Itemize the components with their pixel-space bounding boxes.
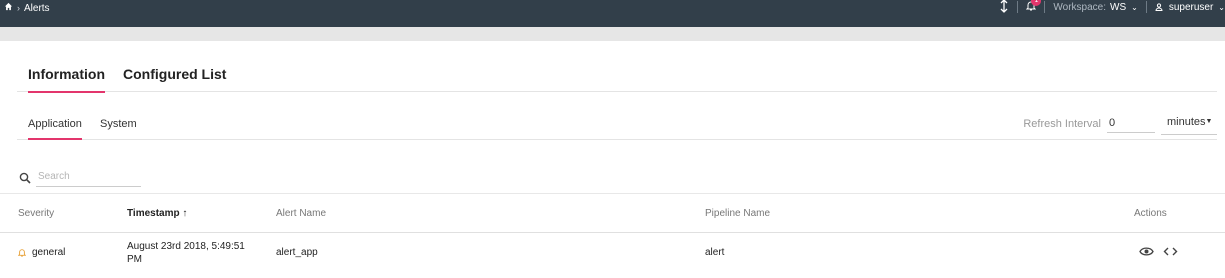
- subtab-system[interactable]: System: [100, 118, 137, 130]
- breadcrumb: › Alerts: [4, 2, 50, 14]
- resize-vertical-icon[interactable]: [999, 0, 1009, 16]
- refresh-interval-input[interactable]: [1107, 114, 1155, 133]
- notification-button[interactable]: 1: [1026, 0, 1042, 14]
- column-header-timestamp[interactable]: Timestamp ↑: [127, 208, 187, 219]
- user-menu[interactable]: superuser ⌄: [1155, 2, 1225, 13]
- chevron-down-icon: ⌄: [1131, 2, 1138, 12]
- notification-count-badge: 1: [1031, 0, 1042, 6]
- column-header-alert-name[interactable]: Alert Name: [276, 208, 326, 219]
- column-header-pipeline-name[interactable]: Pipeline Name: [705, 208, 770, 219]
- secondary-band: [0, 27, 1225, 41]
- search-input[interactable]: [36, 169, 141, 187]
- search-bar: [19, 169, 141, 187]
- alert-name-cell: alert_app: [276, 247, 318, 258]
- timestamp-line-2: PM: [127, 254, 142, 265]
- code-view-icon[interactable]: [1163, 246, 1178, 257]
- severity-cell: general: [18, 247, 65, 258]
- tab-configured-list[interactable]: Configured List: [123, 66, 226, 82]
- main-tabs: Information Configured List: [17, 56, 1217, 93]
- divider: [1145, 1, 1147, 13]
- workspace-value: WS: [1110, 1, 1127, 13]
- view-eye-icon[interactable]: [1139, 246, 1154, 257]
- caret-down-icon: ▼: [1205, 118, 1213, 125]
- table-row[interactable]: general August 23rd 2018, 5:49:51 PM ale…: [0, 233, 1225, 278]
- column-header-timestamp-label: Timestamp: [127, 208, 180, 219]
- breadcrumb-separator-icon: ›: [17, 3, 20, 13]
- chevron-down-icon: ⌄: [1218, 2, 1225, 12]
- search-icon: [19, 172, 31, 184]
- timestamp-line-1: August 23rd 2018, 5:49:51: [127, 241, 245, 252]
- breadcrumb-current-page: Alerts: [24, 2, 50, 14]
- column-header-actions: Actions: [1134, 208, 1167, 219]
- pipeline-name-cell: alert: [705, 247, 725, 258]
- workspace-selector[interactable]: Workspace: WS ⌄: [1053, 2, 1137, 13]
- refresh-unit-select[interactable]: minutes ▼: [1161, 114, 1217, 135]
- user-icon: [1155, 3, 1163, 11]
- topbar-right-controls: 1 Workspace: WS ⌄ superuser ⌄: [999, 0, 1225, 14]
- column-header-severity[interactable]: Severity: [18, 208, 54, 219]
- divider: [1017, 1, 1019, 13]
- workspace-label: Workspace:: [1053, 1, 1107, 13]
- bell-warning-icon: [18, 249, 26, 257]
- home-icon[interactable]: [4, 2, 13, 14]
- refresh-interval-label: Refresh Interval: [1023, 118, 1101, 130]
- sort-ascending-icon: ↑: [182, 208, 188, 219]
- actions-cell: [1139, 246, 1178, 257]
- timestamp-cell: August 23rd 2018, 5:49:51 PM: [127, 240, 245, 266]
- tab-information[interactable]: Information: [28, 66, 105, 93]
- username: superuser: [1168, 1, 1214, 13]
- refresh-interval-control: Refresh Interval minutes ▼: [1023, 114, 1217, 135]
- top-navigation-bar: › Alerts 1 Workspace: WS ⌄ superuser ⌄: [0, 0, 1225, 27]
- refresh-unit-value: minutes: [1167, 116, 1206, 128]
- severity-text: general: [32, 247, 66, 258]
- subtab-application[interactable]: Application: [28, 118, 82, 140]
- table-header: Severity Timestamp ↑ Alert Name Pipeline…: [0, 193, 1225, 233]
- divider: [1044, 1, 1046, 13]
